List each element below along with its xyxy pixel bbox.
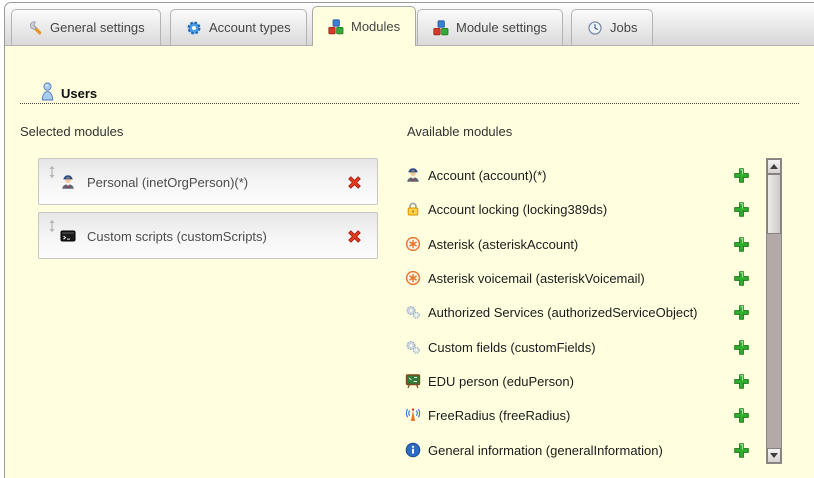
module-label: General information (generalInformation) bbox=[428, 443, 663, 458]
module-label: Account locking (locking389ds) bbox=[428, 202, 607, 217]
tab-module-settings[interactable]: Module settings bbox=[417, 9, 563, 45]
module-label: Asterisk (asteriskAccount) bbox=[428, 237, 578, 252]
available-module-authorized-services: Authorized Services (authorizedServiceOb… bbox=[405, 297, 750, 327]
remove-module-button[interactable] bbox=[346, 174, 363, 191]
green-plus-icon bbox=[733, 270, 750, 287]
drag-handle-icon[interactable] bbox=[47, 165, 57, 179]
available-module-edu-person: EDU person (eduPerson) bbox=[405, 366, 750, 396]
module-label: EDU person (eduPerson) bbox=[428, 374, 574, 389]
module-label: Authorized Services (authorizedServiceOb… bbox=[428, 305, 698, 320]
tab-general-settings[interactable]: General settings bbox=[11, 9, 161, 45]
cubes-icon bbox=[328, 19, 344, 35]
available-modules-heading: Available modules bbox=[407, 124, 512, 139]
tab-account-types[interactable]: Account types bbox=[170, 9, 307, 45]
green-plus-icon bbox=[733, 373, 750, 390]
gear-icon bbox=[186, 20, 202, 36]
tab-modules[interactable]: Modules bbox=[312, 6, 416, 46]
person-icon bbox=[60, 174, 76, 190]
tab-label: Account types bbox=[209, 20, 291, 35]
tab-jobs[interactable]: Jobs bbox=[571, 9, 653, 45]
add-module-button[interactable] bbox=[733, 167, 750, 184]
selected-module-custom-scripts[interactable]: Custom scripts (customScripts) bbox=[38, 212, 378, 259]
module-label: Account (account)(*) bbox=[428, 168, 547, 183]
lock-icon bbox=[405, 201, 421, 217]
antenna-icon bbox=[405, 407, 421, 423]
available-module-general-information: General information (generalInformation) bbox=[405, 435, 750, 465]
green-plus-icon bbox=[733, 201, 750, 218]
tab-label: Jobs bbox=[610, 20, 637, 35]
module-label: FreeRadius (freeRadius) bbox=[428, 408, 570, 423]
module-label: Custom scripts (customScripts) bbox=[87, 229, 267, 244]
add-module-button[interactable] bbox=[733, 236, 750, 253]
tab-label: Module settings bbox=[456, 20, 547, 35]
scrollbar-thumb[interactable] bbox=[767, 174, 781, 234]
add-module-button[interactable] bbox=[733, 270, 750, 287]
clock-icon bbox=[587, 20, 603, 36]
available-module-account: Account (account)(*) bbox=[405, 160, 750, 190]
wrench-icon bbox=[27, 20, 43, 36]
asterisk-icon bbox=[405, 236, 421, 252]
green-plus-icon bbox=[733, 236, 750, 253]
red-x-icon bbox=[346, 228, 363, 245]
green-plus-icon bbox=[733, 442, 750, 459]
available-module-custom-fields: Custom fields (customFields) bbox=[405, 332, 750, 362]
config-panel: General settings Account types Modules bbox=[4, 2, 814, 478]
scrollbar-down-button[interactable] bbox=[767, 448, 781, 463]
asterisk-icon bbox=[405, 270, 421, 286]
gears-icon bbox=[405, 339, 421, 355]
cubes-icon bbox=[433, 20, 449, 36]
green-plus-icon bbox=[733, 339, 750, 356]
add-module-button[interactable] bbox=[733, 201, 750, 218]
gears-icon bbox=[405, 304, 421, 320]
info-icon bbox=[405, 442, 421, 458]
arrow-down-icon bbox=[770, 453, 778, 458]
vertical-scrollbar[interactable] bbox=[766, 158, 782, 464]
add-module-button[interactable] bbox=[733, 339, 750, 356]
green-plus-icon bbox=[733, 407, 750, 424]
add-module-button[interactable] bbox=[733, 442, 750, 459]
add-module-button[interactable] bbox=[733, 407, 750, 424]
tab-bar: General settings Account types Modules bbox=[5, 3, 814, 46]
green-plus-icon bbox=[733, 304, 750, 321]
chalkboard-icon bbox=[405, 373, 421, 389]
selected-module-personal[interactable]: Personal (inetOrgPerson)(*) bbox=[38, 158, 378, 205]
module-label: Custom fields (customFields) bbox=[428, 340, 596, 355]
terminal-icon bbox=[60, 228, 76, 244]
green-plus-icon bbox=[733, 167, 750, 184]
drag-handle-icon[interactable] bbox=[47, 219, 57, 233]
available-module-account-locking: Account locking (locking389ds) bbox=[405, 194, 750, 224]
red-x-icon bbox=[346, 174, 363, 191]
module-label: Personal (inetOrgPerson)(*) bbox=[87, 175, 248, 190]
tab-label: General settings bbox=[50, 20, 145, 35]
available-module-asterisk: Asterisk (asteriskAccount) bbox=[405, 229, 750, 259]
add-module-button[interactable] bbox=[733, 304, 750, 321]
tab-label: Modules bbox=[351, 19, 400, 34]
selected-modules-heading: Selected modules bbox=[20, 124, 123, 139]
person-icon bbox=[405, 167, 421, 183]
section-title: Users bbox=[61, 86, 97, 101]
user-icon bbox=[40, 82, 55, 101]
available-module-freeradius: FreeRadius (freeRadius) bbox=[405, 400, 750, 430]
available-module-asterisk-voicemail: Asterisk voicemail (asteriskVoicemail) bbox=[405, 263, 750, 293]
section-divider bbox=[20, 103, 799, 104]
remove-module-button[interactable] bbox=[346, 228, 363, 245]
scrollbar-up-button[interactable] bbox=[767, 159, 781, 174]
add-module-button[interactable] bbox=[733, 373, 750, 390]
arrow-up-icon bbox=[770, 164, 778, 169]
module-label: Asterisk voicemail (asteriskVoicemail) bbox=[428, 271, 645, 286]
